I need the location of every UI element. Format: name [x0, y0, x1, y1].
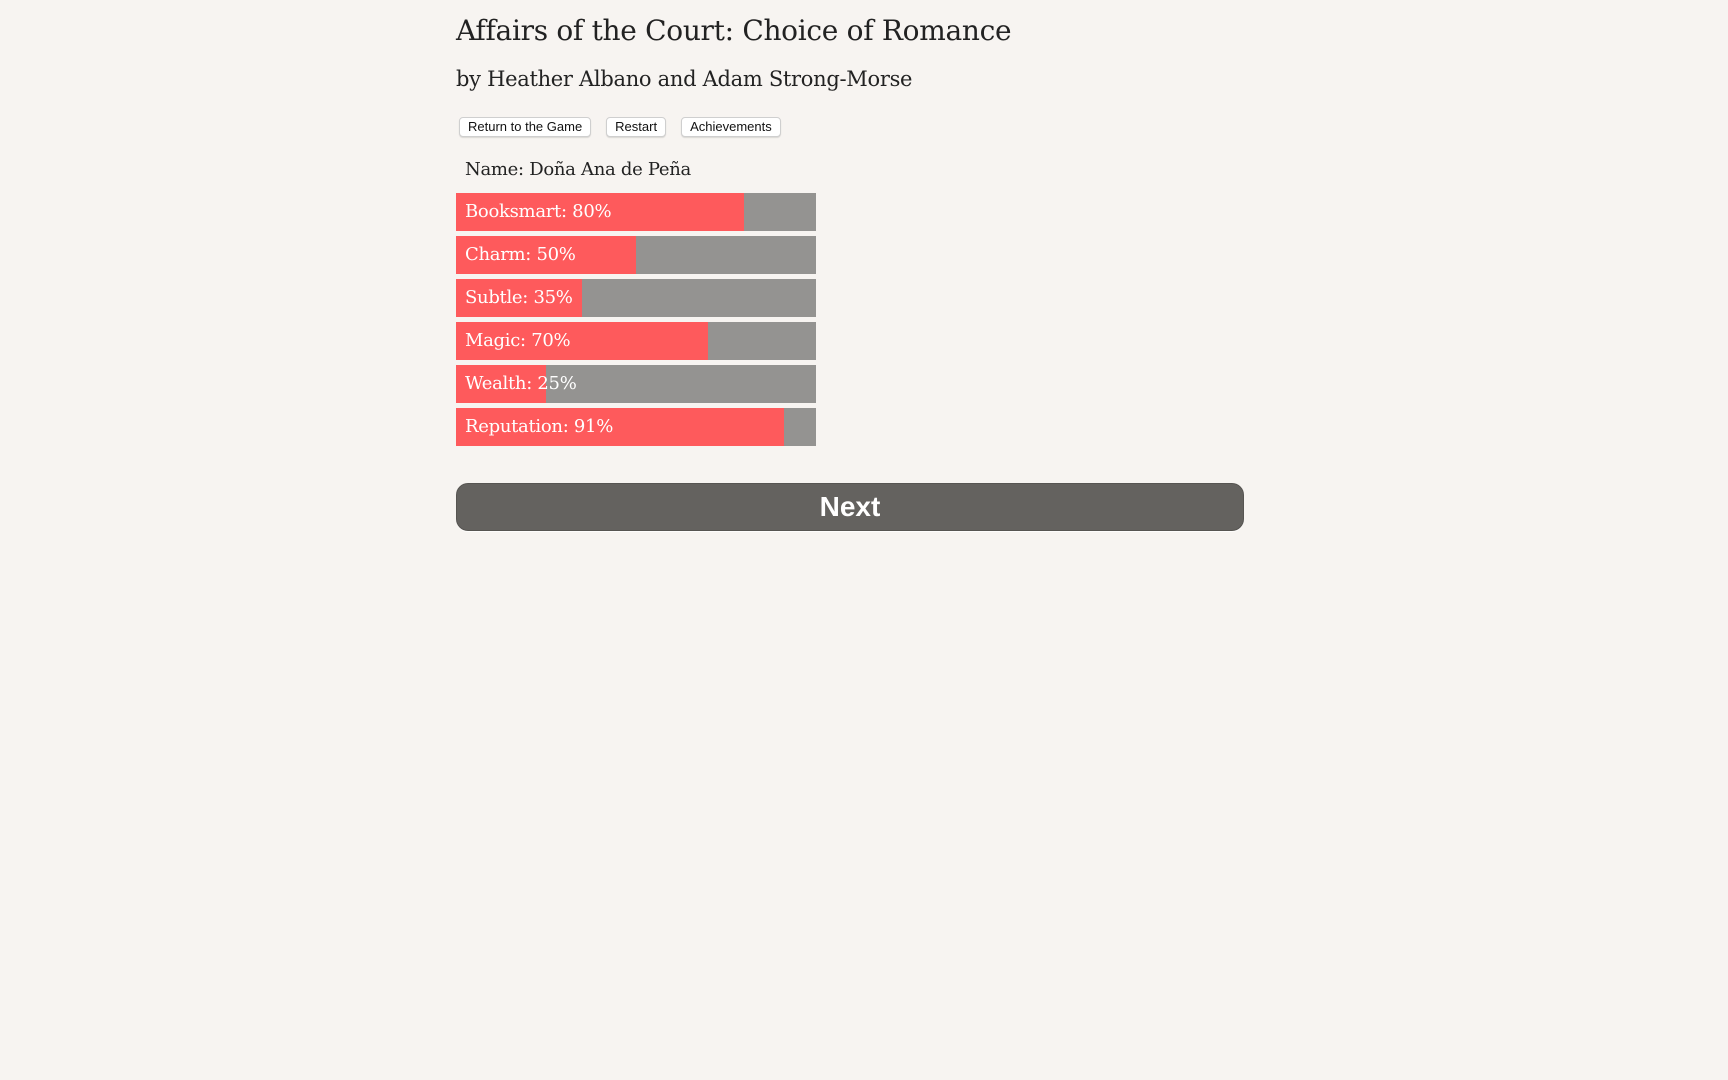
next-button[interactable]: Next [456, 483, 1244, 531]
system-buttons: Return to the Game Restart Achievements [459, 117, 781, 137]
stat-label-wealth: Wealth: 25% [465, 373, 577, 394]
stat-bar-reputation: Reputation: 91% [456, 408, 816, 446]
return-to-game-button[interactable]: Return to the Game [459, 117, 592, 137]
stat-label-reputation: Reputation: 91% [465, 416, 613, 437]
character-name: Name: Doña Ana de Peña [465, 159, 691, 180]
restart-button[interactable]: Restart [606, 117, 667, 137]
achievements-button[interactable]: Achievements [681, 117, 781, 137]
stat-label-magic: Magic: 70% [465, 330, 571, 351]
stats-chart: Booksmart: 80% Charm: 50% Subtle: 35% Ma… [456, 193, 816, 451]
stat-bar-charm: Charm: 50% [456, 236, 816, 274]
stat-bar-magic: Magic: 70% [456, 322, 816, 360]
stat-bar-booksmart: Booksmart: 80% [456, 193, 816, 231]
stat-label-charm: Charm: 50% [465, 244, 576, 265]
stat-label-subtle: Subtle: 35% [465, 287, 573, 308]
stat-bar-subtle: Subtle: 35% [456, 279, 816, 317]
game-author: by Heather Albano and Adam Strong-Morse [456, 67, 913, 91]
game-title: Affairs of the Court: Choice of Romance [456, 14, 1012, 47]
stat-bar-wealth: Wealth: 25% [456, 365, 816, 403]
stat-label-booksmart: Booksmart: 80% [465, 201, 612, 222]
